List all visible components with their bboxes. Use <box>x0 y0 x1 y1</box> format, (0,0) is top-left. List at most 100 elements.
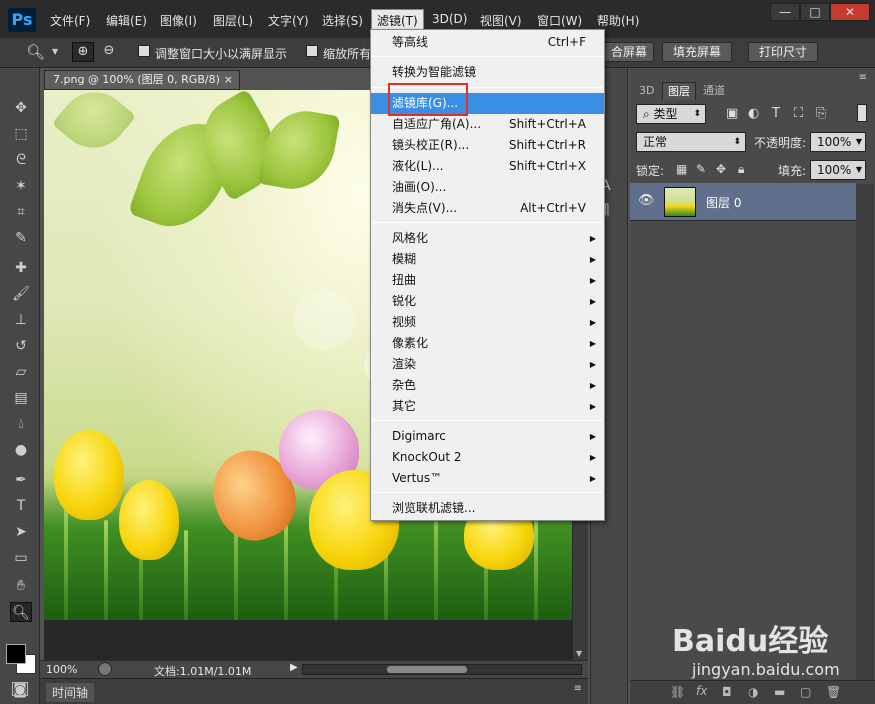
zoom-tool-icon[interactable]: 🔍︎ <box>10 602 32 622</box>
minimize-button[interactable]: — <box>770 3 800 21</box>
eye-icon[interactable]: 👁︎ <box>638 193 655 208</box>
status-options-icon[interactable] <box>98 662 112 676</box>
lock-position-icon[interactable]: ✥ <box>716 162 726 176</box>
panel-menu-icon[interactable]: ≡ <box>859 72 867 83</box>
zoom-in-icon[interactable]: ⊕ <box>72 42 94 62</box>
add-mask-icon[interactable]: ◘ <box>722 685 732 699</box>
horizontal-scrollbar[interactable] <box>302 664 582 675</box>
kind-filter-dropdown[interactable]: ⌕ 类型 ⬍ <box>636 104 706 124</box>
shape-filter-icon[interactable]: ⛶ <box>794 106 803 121</box>
opacity-input[interactable]: 100% ▼ <box>810 132 866 152</box>
adjustment-layer-icon[interactable]: ◑ <box>748 685 758 699</box>
new-layer-icon[interactable]: ▢ <box>800 685 811 699</box>
maximize-button[interactable]: □ <box>800 3 830 21</box>
filter-menu-item-digimarc[interactable]: Digimarc ▶ <box>371 426 604 447</box>
filter-menu-item-liquify[interactable]: 液化(L)... Shift+Ctrl+X <box>371 156 604 177</box>
filter-menu-item-last-filter[interactable]: 等高线 Ctrl+F <box>371 32 604 53</box>
chevron-down-icon[interactable]: ▼ <box>52 47 58 56</box>
marquee-tool-icon[interactable]: ⬚ <box>10 124 32 144</box>
layer-name[interactable]: 图层 0 <box>706 194 741 211</box>
tab-channels[interactable]: 通道 <box>698 82 730 100</box>
zoom-tool-icon[interactable]: 🔍︎ <box>26 43 45 61</box>
zoom-all-checkbox[interactable] <box>306 45 318 57</box>
filter-menu-item-stylize[interactable]: 风格化 ▶ <box>371 228 604 249</box>
filter-menu-item-knockout[interactable]: KnockOut 2 ▶ <box>371 447 604 468</box>
menu-type[interactable]: 文字(Y) <box>268 12 309 29</box>
filter-menu-item-video[interactable]: 视频 ▶ <box>371 312 604 333</box>
type-tool-icon[interactable]: T <box>10 496 32 516</box>
filter-menu-item-blur[interactable]: 模糊 ▶ <box>371 249 604 270</box>
smart-object-filter-icon[interactable]: ⎘ <box>816 106 826 121</box>
image-filter-icon[interactable]: ▣ <box>726 106 738 121</box>
gradient-tool-icon[interactable]: ▤ <box>10 388 32 408</box>
move-tool-icon[interactable]: ✥ <box>10 98 32 118</box>
close-tab-icon[interactable]: × <box>224 71 233 89</box>
filter-menu-item-sharpen[interactable]: 锐化 ▶ <box>371 291 604 312</box>
blur-tool-icon[interactable]: 💧︎ <box>10 414 32 434</box>
healing-brush-tool-icon[interactable]: ✚ <box>10 258 32 278</box>
zoom-level[interactable]: 100% <box>46 663 77 676</box>
adjustment-filter-icon[interactable]: ◐ <box>748 106 759 121</box>
clone-stamp-tool-icon[interactable]: ⊥ <box>10 310 32 330</box>
trash-icon[interactable]: 🗑︎ <box>826 685 841 699</box>
menu-select[interactable]: 选择(S) <box>322 12 363 29</box>
tab-layers[interactable]: 图层 <box>662 82 696 100</box>
fill-screen-button[interactable]: 填充屏幕 <box>662 42 733 62</box>
panel-menu-icon[interactable]: ≡ <box>574 683 582 694</box>
menu-layer[interactable]: 图层(L) <box>213 12 253 29</box>
filter-menu-item-vertus[interactable]: Vertus™ ▶ <box>371 468 604 489</box>
history-brush-tool-icon[interactable]: ↺ <box>10 336 32 356</box>
blend-mode-dropdown[interactable]: 正常 ⬍ <box>636 132 746 152</box>
new-group-icon[interactable]: ▬ <box>774 685 785 699</box>
filter-menu-item-browse-online[interactable]: 浏览联机滤镜... <box>371 498 604 519</box>
rectangle-tool-icon[interactable]: ▭ <box>10 548 32 568</box>
close-window-button[interactable]: ✕ <box>830 3 870 21</box>
menu-file[interactable]: 文件(F) <box>50 12 90 29</box>
lock-pixels-icon[interactable]: ✎ <box>696 162 706 176</box>
filter-menu-item-oil-paint[interactable]: 油画(O)... <box>371 177 604 198</box>
scroll-down-icon[interactable]: ▼ <box>576 649 582 658</box>
filter-menu-item-other[interactable]: 其它 ▶ <box>371 396 604 417</box>
crop-tool-icon[interactable]: ⌗ <box>10 202 32 222</box>
menu-image[interactable]: 图像(I) <box>160 12 197 29</box>
lock-all-icon[interactable]: 🔒︎ <box>738 162 744 177</box>
eraser-tool-icon[interactable]: ▱ <box>10 362 32 382</box>
lock-transparent-icon[interactable]: ▦ <box>676 162 687 176</box>
layer-style-icon[interactable]: fx <box>696 684 707 698</box>
pen-tool-icon[interactable]: ✒ <box>10 470 32 490</box>
filter-menu-item-noise[interactable]: 杂色 ▶ <box>371 375 604 396</box>
menu-view[interactable]: 视图(V) <box>480 12 522 29</box>
hand-tool-icon[interactable]: ✋︎ <box>10 576 32 596</box>
fill-input[interactable]: 100% ▼ <box>810 160 866 180</box>
resize-windows-checkbox[interactable] <box>138 45 150 57</box>
document-tab[interactable]: 7.png @ 100% (图层 0, RGB/8) × <box>44 70 240 90</box>
filter-menu-item-pixelate[interactable]: 像素化 ▶ <box>371 333 604 354</box>
brush-tool-icon[interactable]: 🖌︎ <box>10 284 32 304</box>
menu-help[interactable]: 帮助(H) <box>597 12 639 29</box>
menu-3d[interactable]: 3D(D) <box>432 12 467 26</box>
print-size-button[interactable]: 打印尺寸 <box>748 42 819 62</box>
filter-menu-item-distort[interactable]: 扭曲 ▶ <box>371 270 604 291</box>
horizontal-scroll-thumb[interactable] <box>387 666 467 673</box>
magic-wand-tool-icon[interactable]: ✶ <box>10 176 32 196</box>
layer-row[interactable]: 👁︎ 图层 0 <box>630 183 856 221</box>
filter-menu-item-render[interactable]: 渲染 ▶ <box>371 354 604 375</box>
link-layers-icon[interactable]: ⛓ <box>670 685 685 699</box>
fit-screen-button[interactable]: 合屏幕 <box>604 42 655 62</box>
path-selection-tool-icon[interactable]: ➤ <box>10 522 32 542</box>
timeline-tab[interactable]: 时间轴 <box>46 683 95 702</box>
status-menu-arrow-icon[interactable]: ▶ <box>290 662 298 673</box>
menu-edit[interactable]: 编辑(E) <box>106 12 147 29</box>
filter-menu-item-lens-correction[interactable]: 镜头校正(R)... Shift+Ctrl+R <box>371 135 604 156</box>
filter-menu-item-vanishing-point[interactable]: 消失点(V)... Alt+Ctrl+V <box>371 198 604 219</box>
zoom-out-icon[interactable]: ⊖ <box>98 42 120 62</box>
eyedropper-tool-icon[interactable]: ✎ <box>10 228 32 248</box>
lasso-tool-icon[interactable]: ᘓ <box>10 150 32 170</box>
filter-toggle-switch[interactable] <box>857 104 867 122</box>
menu-window[interactable]: 窗口(W) <box>537 12 582 29</box>
filter-menu-item-convert-smart[interactable]: 转换为智能滤镜 <box>371 62 604 83</box>
tab-3d[interactable]: 3D <box>634 82 659 100</box>
dodge-tool-icon[interactable]: ● <box>10 440 32 460</box>
type-filter-icon[interactable]: T <box>772 106 780 121</box>
screen-mode-icon[interactable] <box>12 682 28 696</box>
